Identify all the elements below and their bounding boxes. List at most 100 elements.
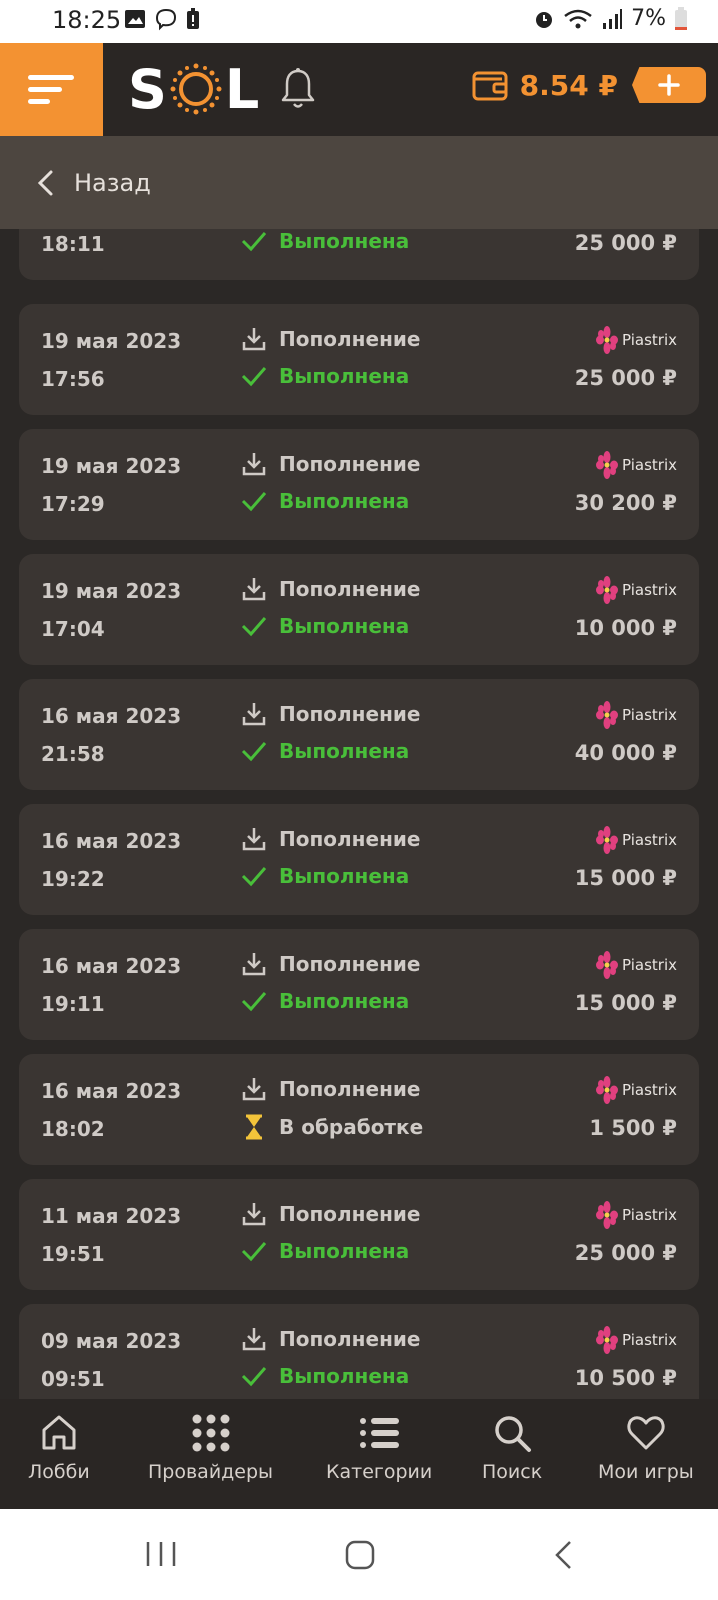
transaction-time: 19:22 xyxy=(41,867,105,891)
status-text: Выполнена xyxy=(279,364,410,388)
download-icon xyxy=(242,453,266,476)
transaction-date: 16 мая 2023 xyxy=(41,1079,182,1103)
check-icon xyxy=(241,1242,267,1262)
nav-label: Мои игры xyxy=(598,1461,694,1483)
status-text: Выполнена xyxy=(279,989,410,1013)
transaction-card[interactable]: 19 мая 2023 17:56 Пополнение Выполнена P… xyxy=(19,304,699,415)
provider-name: Piastrix xyxy=(622,456,677,474)
bell-icon xyxy=(281,68,315,108)
provider-name: Piastrix xyxy=(622,706,677,724)
back-bar[interactable]: Назад xyxy=(0,136,718,229)
check-icon xyxy=(241,492,267,512)
balance-widget: 8.54 ₽ xyxy=(472,67,706,103)
transaction-card[interactable]: 16 мая 2023 21:58 Пополнение Выполнена P… xyxy=(19,679,699,790)
piastrix-flower-icon xyxy=(596,326,619,354)
nav-providers[interactable]: Провайдеры xyxy=(148,1413,273,1483)
piastrix-flower-icon xyxy=(596,951,619,979)
sun-logo-icon xyxy=(170,63,222,115)
transaction-type: Пополнение xyxy=(241,826,420,852)
transaction-type: Пополнение xyxy=(241,1326,420,1352)
deposit-button[interactable] xyxy=(632,67,706,103)
nav-label: Провайдеры xyxy=(148,1461,274,1483)
transaction-date: 16 мая 2023 xyxy=(41,704,182,728)
transaction-amount: 25 000 ₽ xyxy=(574,1241,677,1265)
status-text: Выполнена xyxy=(279,614,410,638)
battery-icon xyxy=(675,6,687,30)
piastrix-flower-icon xyxy=(596,1326,619,1354)
transaction-date: 19 мая 2023 xyxy=(41,329,182,353)
type-text: Пополнение xyxy=(279,1077,421,1101)
transaction-card[interactable]: 19 мая 2023 17:04 Пополнение Выполнена P… xyxy=(19,554,699,665)
transaction-card[interactable]: 16 мая 2023 19:11 Пополнение Выполнена P… xyxy=(19,929,699,1040)
nav-search[interactable]: Поиск xyxy=(482,1413,542,1483)
transaction-type: Пополнение xyxy=(241,576,420,602)
download-icon xyxy=(242,1203,266,1226)
type-text: Пополнение xyxy=(279,1327,421,1351)
type-text: Пополнение xyxy=(279,827,421,851)
transaction-status: Выполнена xyxy=(241,614,409,638)
signal-icon xyxy=(603,8,623,29)
transaction-card[interactable]: 09 мая 2023 09:51 Пополнение Выполнена P… xyxy=(19,1304,699,1399)
transaction-list[interactable]: 18:11 Выполнена 25 000 ₽ 19 мая 2023 17:… xyxy=(0,229,718,1399)
plus-icon xyxy=(658,74,680,96)
transaction-status: Выполнена xyxy=(241,229,409,253)
transaction-status: Выполнена xyxy=(241,1239,409,1263)
download-icon xyxy=(242,953,266,976)
hamburger-icon xyxy=(27,74,74,104)
type-text: Пополнение xyxy=(279,577,421,601)
transaction-card[interactable]: 11 мая 2023 19:51 Пополнение Выполнена P… xyxy=(19,1179,699,1290)
home-button-icon[interactable] xyxy=(344,1539,376,1571)
transaction-time: 17:29 xyxy=(41,492,105,516)
type-text: Пополнение xyxy=(279,702,421,726)
transaction-type: Пополнение xyxy=(241,1076,420,1102)
transaction-amount: 40 000 ₽ xyxy=(574,741,677,765)
transaction-time: 19:51 xyxy=(41,1242,105,1266)
recent-apps-icon[interactable] xyxy=(144,1539,178,1569)
bottom-nav: Лобби Провайдеры Категории Поиск Мои игр… xyxy=(0,1399,718,1509)
wallet-icon[interactable] xyxy=(472,69,508,101)
logo-letter-s: S xyxy=(128,57,167,121)
provider-name: Piastrix xyxy=(622,1081,677,1099)
transaction-date: 16 мая 2023 xyxy=(41,954,182,978)
piastrix-flower-icon xyxy=(596,576,619,604)
check-icon xyxy=(241,367,267,387)
transaction-status: Выполнена xyxy=(241,364,409,388)
menu-button[interactable] xyxy=(0,43,103,136)
nav-categories[interactable]: Категории xyxy=(326,1413,432,1483)
notifications-button[interactable] xyxy=(280,67,316,115)
nav-lobby[interactable]: Лобби xyxy=(28,1413,90,1483)
back-button-icon[interactable] xyxy=(552,1539,574,1571)
transaction-time: 17:04 xyxy=(41,617,105,641)
transaction-status: Выполнена xyxy=(241,1364,409,1388)
transaction-card[interactable]: 16 мая 2023 18:02 Пополнение В обработке… xyxy=(19,1054,699,1165)
provider: Piastrix xyxy=(596,701,677,729)
transaction-status: Выполнена xyxy=(241,489,409,513)
transaction-amount: 15 000 ₽ xyxy=(574,991,677,1015)
transaction-time: 18:11 xyxy=(41,232,105,256)
check-icon xyxy=(241,617,267,637)
transaction-time: 21:58 xyxy=(41,742,105,766)
provider: Piastrix xyxy=(596,1326,677,1354)
transaction-amount: 15 000 ₽ xyxy=(574,866,677,890)
type-text: Пополнение xyxy=(279,952,421,976)
transaction-card[interactable]: 18:11 Выполнена 25 000 ₽ xyxy=(19,229,699,280)
piastrix-flower-icon xyxy=(596,826,619,854)
transaction-card[interactable]: 16 мая 2023 19:22 Пополнение Выполнена P… xyxy=(19,804,699,915)
transaction-card[interactable]: 19 мая 2023 17:29 Пополнение Выполнена P… xyxy=(19,429,699,540)
provider: Piastrix xyxy=(596,951,677,979)
heart-icon xyxy=(627,1416,665,1450)
logo-letter-l: L xyxy=(224,57,260,121)
transaction-time: 17:56 xyxy=(41,367,105,391)
transaction-amount: 25 000 ₽ xyxy=(574,366,677,390)
system-icons: 7% xyxy=(533,6,688,31)
viber-icon xyxy=(155,8,177,31)
download-icon xyxy=(242,828,266,851)
status-bar: 18:25 7% xyxy=(0,0,718,43)
logo[interactable]: S L xyxy=(128,58,259,121)
transaction-amount: 10 500 ₽ xyxy=(574,1366,677,1390)
download-icon xyxy=(242,578,266,601)
piastrix-flower-icon xyxy=(596,1201,619,1229)
nav-my-games[interactable]: Мои игры xyxy=(598,1413,694,1483)
battery-percent: 7% xyxy=(631,6,666,31)
transaction-type: Пополнение xyxy=(241,701,420,727)
